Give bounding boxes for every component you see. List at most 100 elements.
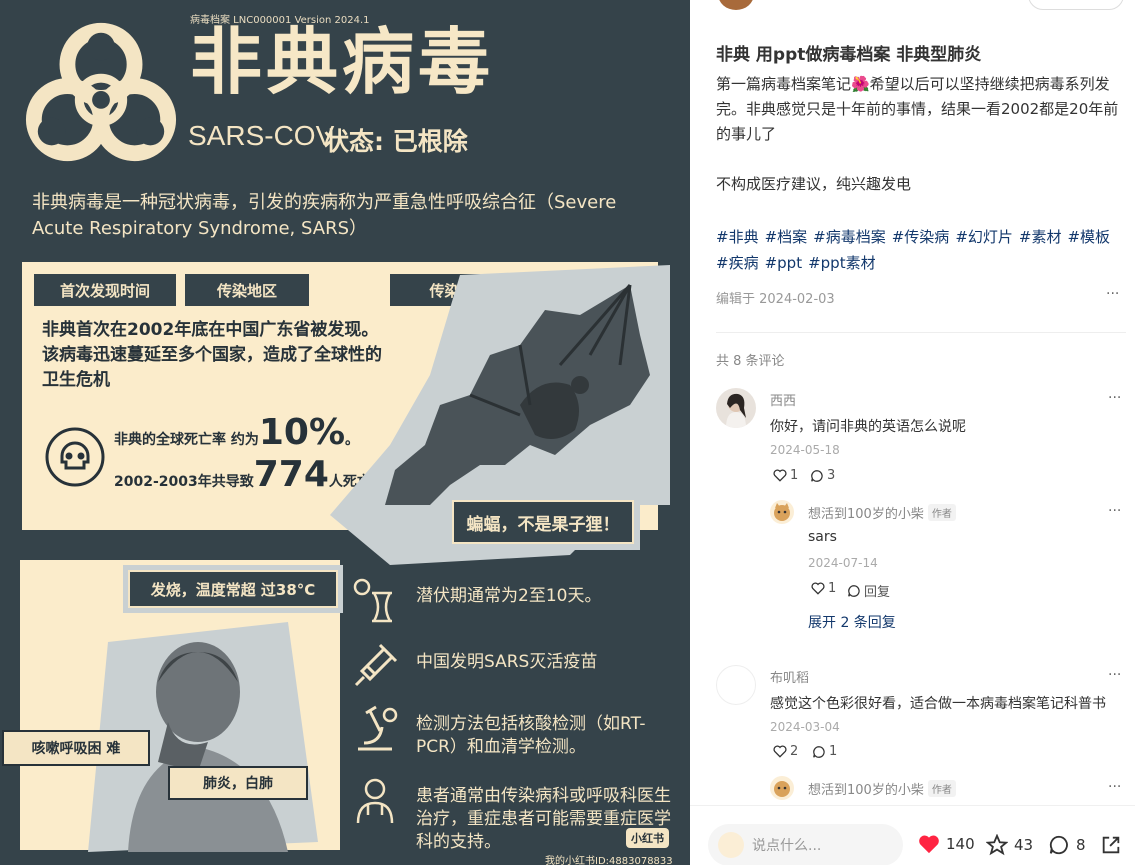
heart-outline-icon bbox=[773, 469, 787, 482]
heart-outline-icon bbox=[773, 745, 787, 758]
post-body: 第一篇病毒档案笔记🌺希望以后可以坚持继续把病毒系列发完。非典感觉只是十年前的事情… bbox=[716, 75, 1119, 193]
author-badge: 作者 bbox=[927, 504, 956, 521]
follow-button[interactable] bbox=[1028, 0, 1124, 10]
fact-incubation: 潜伏期通常为2至10天。 bbox=[350, 575, 680, 625]
reply-author-name[interactable]: 想活到100岁的小柴 作者 bbox=[808, 779, 956, 798]
like-total: 140 bbox=[946, 835, 975, 853]
bottom-action-bar: 说点什么... 140 43 8 bbox=[690, 805, 1135, 865]
post-title: 非典 用ppt做病毒档案 非典型肺炎 bbox=[716, 45, 982, 65]
comment-input[interactable]: 说点什么... bbox=[708, 824, 903, 865]
syringe-icon bbox=[354, 643, 398, 687]
post-tags: #非典 #档案 #病毒档案 #传染病 #幻灯片 #素材 #模板 #疾病 #ppt #ppt素材 bbox=[716, 224, 1122, 276]
fact-text: 潜伏期通常为2至10天。 bbox=[416, 586, 602, 606]
comments-button[interactable]: 8 bbox=[1048, 834, 1086, 856]
author-avatar-small[interactable] bbox=[770, 500, 794, 524]
post-image[interactable]: 病毒档案 LNC000001 Version 2024.1 非典病毒 SARS-… bbox=[0, 0, 690, 865]
star-icon bbox=[986, 834, 1008, 856]
reply-more-button[interactable]: ··· bbox=[1108, 779, 1121, 795]
fact-vaccine: 中国发明SARS灭活疫苗 bbox=[350, 641, 680, 691]
tag-link[interactable]: #档案 bbox=[765, 228, 808, 246]
my-avatar bbox=[718, 832, 744, 858]
doctor-icon bbox=[356, 778, 394, 824]
dog-avatar-icon bbox=[774, 503, 790, 521]
comment-date: 2024-05-18 bbox=[770, 443, 840, 457]
comment-placeholder: 说点什么... bbox=[752, 838, 822, 854]
fact-text: 中国发明SARS灭活疫苗 bbox=[416, 652, 598, 672]
comment-total: 8 bbox=[1076, 836, 1086, 854]
tag-link[interactable]: #疾病 bbox=[716, 254, 759, 272]
poster-status: 状态: 已根除 bbox=[324, 127, 468, 156]
like-button[interactable]: 140 bbox=[918, 834, 975, 854]
tag-first-found: 首次发现时间 bbox=[34, 274, 176, 306]
reply-like-button[interactable]: 1 bbox=[811, 581, 836, 596]
comment-date: 2024-03-04 bbox=[770, 720, 840, 734]
expand-replies-link[interactable]: 展开 2 条回复 bbox=[808, 612, 896, 632]
heart-outline-icon bbox=[811, 582, 825, 595]
reply-author-label: 想活到100岁的小柴 bbox=[808, 507, 924, 522]
author-avatar-small[interactable] bbox=[770, 776, 794, 800]
chat-bubble-icon bbox=[811, 469, 823, 482]
fever-label: 发烧，温度常超 过38°C bbox=[128, 570, 338, 608]
pneumonia-label: 肺炎，白肺 bbox=[168, 766, 308, 800]
chat-bubble-icon bbox=[813, 745, 825, 758]
commenter-avatar[interactable] bbox=[716, 388, 756, 428]
like-count: 1 bbox=[790, 468, 799, 483]
tag-link[interactable]: #模板 bbox=[1067, 228, 1110, 246]
reply-author-name[interactable]: 想活到100岁的小柴 作者 bbox=[808, 503, 956, 522]
reply-label: 回复 bbox=[864, 585, 891, 600]
chat-bubble-icon bbox=[1049, 835, 1068, 855]
collect-total: 43 bbox=[1014, 836, 1034, 854]
comment-text: 你好，请问非典的英语怎么说呢 bbox=[770, 419, 966, 435]
fact-text: 检测方法包括核酸检测（如RT-PCR）和血清学检测。 bbox=[416, 714, 646, 757]
skull-icon bbox=[45, 427, 105, 487]
commenter-avatar[interactable] bbox=[716, 665, 756, 705]
author-avatar[interactable] bbox=[718, 0, 754, 10]
comment-text: 感觉这个色彩很好看，适合做一本病毒档案笔记科普书 bbox=[770, 696, 1106, 712]
commenter-name[interactable]: 西西 bbox=[770, 390, 796, 409]
like-count: 2 bbox=[790, 744, 799, 759]
mortality-rate: 非典的全球死亡率 约为10%。 bbox=[114, 412, 359, 453]
app-root: 病毒档案 LNC000001 Version 2024.1 非典病毒 SARS-… bbox=[0, 0, 1135, 865]
reply-count: 1 bbox=[829, 744, 838, 759]
share-icon bbox=[1102, 836, 1120, 854]
tag-link[interactable]: #病毒档案 bbox=[813, 228, 886, 246]
post-detail-panel: 非典 用ppt做病毒档案 非典型肺炎 第一篇病毒档案笔记🌺希望以后可以坚持继续把… bbox=[690, 0, 1135, 865]
poster-user-id: 我的小红书ID:4883078833 bbox=[545, 856, 673, 865]
comment-like-button[interactable]: 1 bbox=[773, 468, 798, 483]
reply-reply-button[interactable]: 回复 bbox=[847, 581, 890, 600]
comment-more-button[interactable]: ··· bbox=[1108, 667, 1121, 683]
author-badge: 作者 bbox=[927, 780, 956, 797]
poster-intro: 非典病毒是一种冠状病毒，引发的疾病称为严重急性呼吸综合征（Severe Acut… bbox=[32, 192, 617, 239]
chat-bubble-icon bbox=[848, 584, 860, 597]
biohazard-icon bbox=[25, 22, 177, 162]
reply-author-label: 想活到100岁的小柴 bbox=[808, 783, 924, 798]
dog-avatar-icon bbox=[774, 781, 790, 797]
deaths-value: 774 bbox=[253, 454, 329, 495]
comment-more-button[interactable]: ··· bbox=[1108, 390, 1121, 406]
tag-link[interactable]: #素材 bbox=[1019, 228, 1062, 246]
reply-more-button[interactable]: ··· bbox=[1108, 503, 1121, 519]
divider bbox=[716, 332, 1126, 333]
tag-link[interactable]: #传染病 bbox=[892, 228, 950, 246]
comment-like-button[interactable]: 2 bbox=[773, 744, 798, 759]
comment-reply-button[interactable]: 3 bbox=[810, 468, 835, 483]
tag-link[interactable]: #幻灯片 bbox=[955, 228, 1013, 246]
poster-subtitle: SARS-COV bbox=[188, 120, 335, 151]
tag-link[interactable]: #ppt素材 bbox=[808, 254, 876, 272]
poster-title: 非典病毒 bbox=[190, 20, 495, 104]
tag-link[interactable]: #ppt bbox=[765, 254, 803, 272]
comment-reply-button[interactable]: 1 bbox=[812, 744, 837, 759]
reply-text: sars bbox=[808, 529, 837, 545]
edit-date: 编辑于 2024-02-03 bbox=[716, 292, 835, 307]
reply-count: 3 bbox=[827, 468, 836, 483]
hourglass-virus-icon bbox=[353, 578, 392, 623]
like-count: 1 bbox=[828, 581, 837, 596]
tag-link[interactable]: #非典 bbox=[716, 228, 759, 246]
person-photo-icon bbox=[726, 393, 746, 428]
heart-filled-icon bbox=[919, 835, 939, 854]
collect-button[interactable]: 43 bbox=[986, 834, 1033, 856]
share-button[interactable] bbox=[1100, 834, 1122, 856]
commenter-name[interactable]: 布叽稻 bbox=[770, 667, 809, 686]
microscope-icon bbox=[358, 705, 398, 751]
post-more-button[interactable]: ··· bbox=[1106, 286, 1119, 302]
